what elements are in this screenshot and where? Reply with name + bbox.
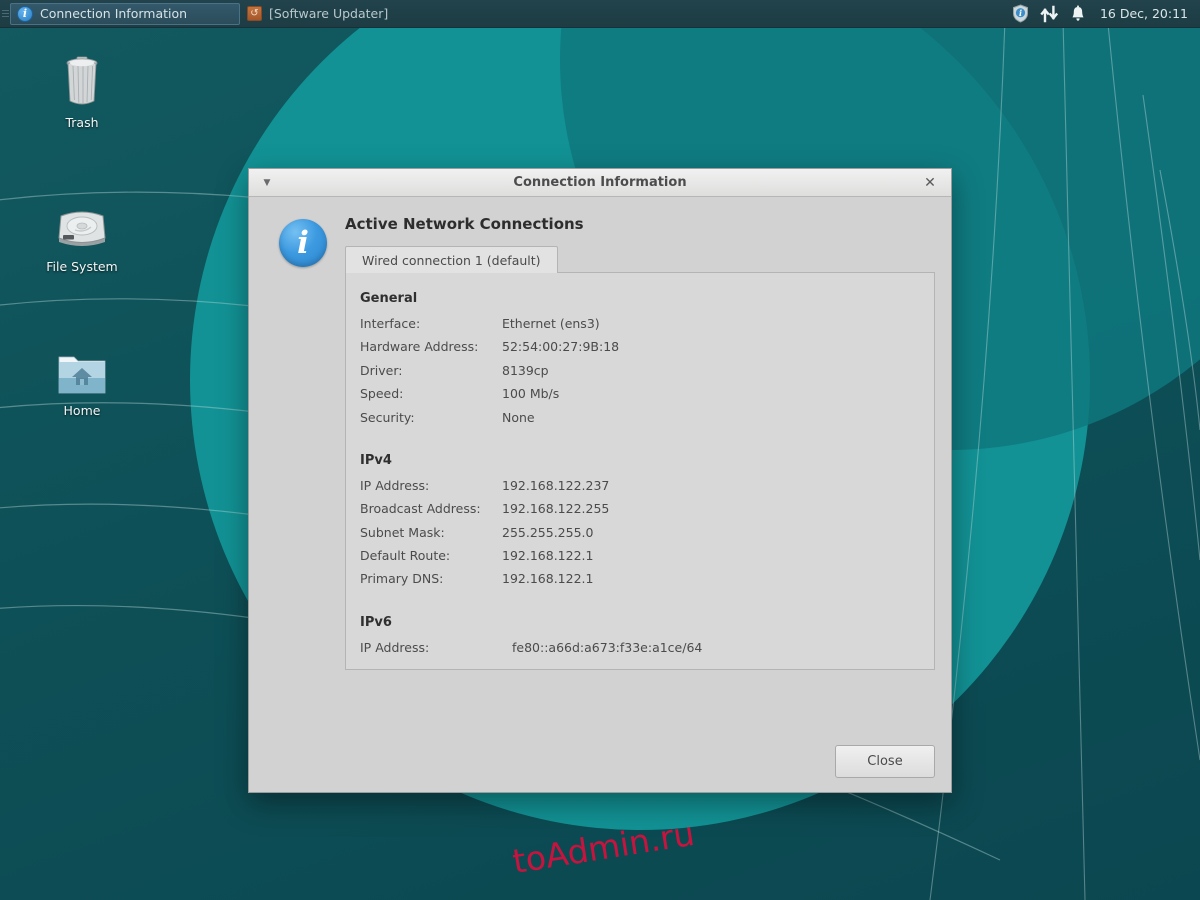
tab-wired-connection-1[interactable]: Wired connection 1 (default) (345, 246, 558, 273)
dialog-content-column: Active Network Connections Wired connect… (345, 215, 935, 670)
property-key: Driver: (360, 359, 502, 382)
hard-drive-icon (30, 192, 134, 254)
section-general: General Interface: Ethernet (ens3) Hardw… (360, 291, 914, 429)
section-title: General (360, 291, 914, 306)
taskbar-item-connection-information[interactable]: i Connection Information (10, 3, 240, 25)
property-key: Broadcast Address: (360, 497, 502, 520)
table-row: Hardware Address: 52:54:00:27:9B:18 (360, 335, 619, 358)
dialog-header: i Active Network Connections Wired conne… (265, 215, 935, 670)
close-button[interactable]: Close (835, 745, 935, 778)
dialog-title: Connection Information (249, 175, 951, 190)
property-value: 192.168.122.237 (502, 474, 609, 497)
property-key: IP Address: (360, 474, 502, 497)
trash-can-icon (30, 48, 134, 110)
panel-grip-handle[interactable] (1, 4, 10, 24)
property-key: Subnet Mask: (360, 521, 502, 544)
page-title: Active Network Connections (345, 215, 935, 233)
table-row: Primary DNS: 192.168.122.1 (360, 567, 609, 590)
section-ipv4: IPv4 IP Address: 192.168.122.237 Broadca… (360, 453, 914, 591)
table-row: Subnet Mask: 255.255.255.0 (360, 521, 609, 544)
property-key: Speed: (360, 382, 502, 405)
taskbar-item-label: [Software Updater] (269, 6, 388, 21)
info-circle-icon: i (279, 219, 327, 267)
table-row: IP Address: fe80::a66d:a673:f33e:a1ce/64 (360, 636, 702, 659)
desktop-icon-label: File System (30, 259, 134, 274)
chevron-down-icon[interactable]: ▼ (258, 174, 276, 192)
general-properties-table: Interface: Ethernet (ens3) Hardware Addr… (360, 312, 619, 429)
desktop-screen: i Connection Information ↺ [Software Upd… (0, 0, 1200, 900)
desktop-icon-trash[interactable]: Trash (30, 48, 134, 130)
ipv4-properties-table: IP Address: 192.168.122.237 Broadcast Ad… (360, 474, 609, 591)
svg-text:i: i (1019, 8, 1022, 18)
table-row: Speed: 100 Mb/s (360, 382, 619, 405)
property-key: Interface: (360, 312, 502, 335)
property-key: Security: (360, 406, 502, 429)
property-key: IP Address: (360, 636, 502, 659)
desktop-icon-file-system[interactable]: File System (30, 192, 134, 274)
property-key: Primary DNS: (360, 567, 502, 590)
property-value: 8139cp (502, 359, 619, 382)
table-row: IP Address: 192.168.122.237 (360, 474, 609, 497)
section-title: IPv6 (360, 615, 914, 630)
property-value: 192.168.122.255 (502, 497, 609, 520)
property-value: None (502, 406, 619, 429)
connection-information-dialog: ▼ Connection Information ✕ i Active Netw… (248, 168, 952, 793)
tab-panel-wired-connection-1: General Interface: Ethernet (ens3) Hardw… (345, 272, 935, 670)
property-value: 192.168.122.1 (502, 567, 609, 590)
info-circle-icon: i (17, 6, 33, 22)
dialog-footer: Close (249, 730, 951, 792)
bell-icon[interactable] (1070, 5, 1086, 23)
table-row: Interface: Ethernet (ens3) (360, 312, 619, 335)
property-value: 100 Mb/s (502, 382, 619, 405)
table-row: Driver: 8139cp (360, 359, 619, 382)
section-ipv6: IPv6 IP Address: fe80::a66d:a673:f33e:a1… (360, 615, 914, 659)
property-key: Default Route: (360, 544, 502, 567)
network-up-down-icon[interactable] (1040, 5, 1059, 23)
property-value: 192.168.122.1 (502, 544, 609, 567)
home-folder-icon (30, 336, 134, 398)
taskbar-item-software-updater[interactable]: ↺ [Software Updater] (240, 3, 399, 25)
system-tray: i 16 Dec, 20:11 (1012, 4, 1200, 23)
taskbar: i Connection Information ↺ [Software Upd… (0, 0, 1200, 28)
close-icon[interactable]: ✕ (921, 174, 939, 192)
property-value: 255.255.255.0 (502, 521, 609, 544)
property-value: 52:54:00:27:9B:18 (502, 335, 619, 358)
property-value: Ethernet (ens3) (502, 312, 619, 335)
tab-bar: Wired connection 1 (default) (345, 246, 935, 273)
property-key: Hardware Address: (360, 335, 502, 358)
clock[interactable]: 16 Dec, 20:11 (1100, 6, 1188, 21)
table-row: Broadcast Address: 192.168.122.255 (360, 497, 609, 520)
taskbar-item-label: Connection Information (40, 6, 187, 21)
software-updater-icon: ↺ (247, 6, 262, 21)
section-title: IPv4 (360, 453, 914, 468)
desktop-icon-label: Trash (30, 115, 134, 130)
desktop-icon-home[interactable]: Home (30, 336, 134, 418)
table-row: Default Route: 192.168.122.1 (360, 544, 609, 567)
dialog-body: i Active Network Connections Wired conne… (249, 197, 951, 730)
dialog-titlebar[interactable]: ▼ Connection Information ✕ (249, 169, 951, 197)
table-row: Security: None (360, 406, 619, 429)
tab-label: Wired connection 1 (default) (362, 253, 541, 268)
desktop-icon-label: Home (30, 403, 134, 418)
shield-info-icon[interactable]: i (1012, 4, 1029, 23)
ipv6-properties-table: IP Address: fe80::a66d:a673:f33e:a1ce/64 (360, 636, 702, 659)
property-value: fe80::a66d:a673:f33e:a1ce/64 (502, 636, 702, 659)
